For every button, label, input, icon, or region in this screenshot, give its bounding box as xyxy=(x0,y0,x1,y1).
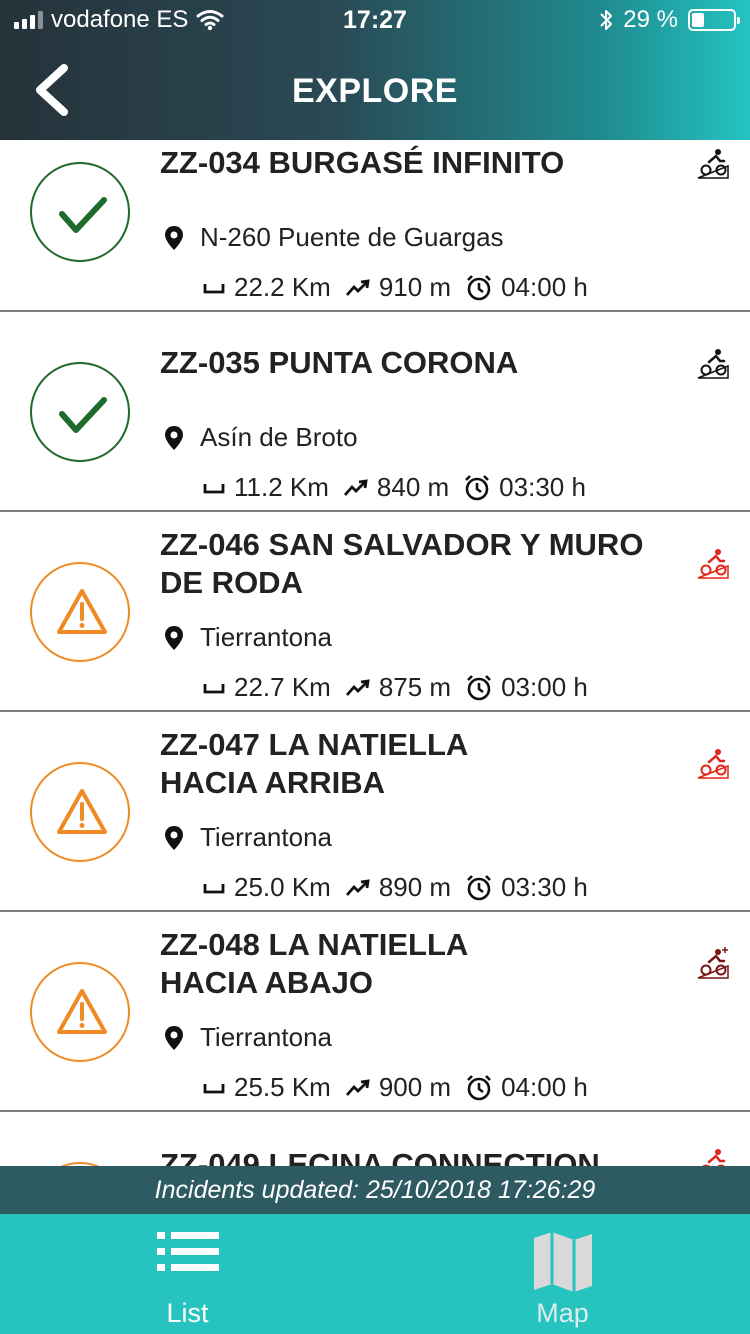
elevation-value: 900 m xyxy=(378,1072,452,1102)
status-warning-badge xyxy=(30,962,130,1062)
route-item[interactable]: ZZ-034 BURGASÉ INFINITO N-260 Puente de … xyxy=(0,140,750,312)
battery-percent: 29 % xyxy=(623,6,678,33)
elevation-icon xyxy=(343,478,368,496)
bluetooth-icon xyxy=(600,10,613,30)
location-text: Tierrantona xyxy=(200,822,332,852)
location-text: Asín de Broto xyxy=(200,422,358,452)
distance-icon xyxy=(203,1083,225,1093)
warning-icon xyxy=(57,989,107,1034)
duration-value: 03:30 h xyxy=(499,472,586,502)
elevation-value: 875 m xyxy=(378,672,452,702)
elevation-icon xyxy=(345,278,370,296)
distance-icon xyxy=(203,483,225,493)
duration-value: 03:00 h xyxy=(501,672,588,702)
location-pin-icon xyxy=(165,225,183,250)
status-ok-badge xyxy=(30,162,130,262)
tab-bar: List Map xyxy=(0,1214,750,1334)
route-stats: 25.0 Km 890 m 03:30 h xyxy=(202,872,602,903)
distance-value: 22.2 Km xyxy=(234,272,331,302)
status-bar: vodafone ES 17:27 29 % xyxy=(0,0,750,44)
route-location: Asín de Broto xyxy=(162,422,358,453)
distance-value: 25.5 Km xyxy=(234,1072,331,1102)
tab-list-label: List xyxy=(166,1298,209,1328)
location-pin-icon xyxy=(165,425,183,450)
route-title: ZZ-047 LA NATIELLA HACIA ARRIBA xyxy=(160,727,468,800)
route-title: ZZ-049 LECINA CONNECTION xyxy=(160,1147,600,1166)
location-pin-icon xyxy=(165,1025,183,1050)
route-location: Tierrantona xyxy=(162,822,332,853)
route-location: N-260 Puente de Guargas xyxy=(162,222,504,253)
location-pin-icon xyxy=(165,825,183,850)
incidents-updated-bar: Incidents updated: 25/10/2018 17:26:29 xyxy=(0,1166,750,1214)
elevation-value: 890 m xyxy=(378,872,452,902)
tab-map-label: Map xyxy=(536,1298,589,1328)
clock-icon xyxy=(467,1074,492,1100)
distance-value: 22.7 Km xyxy=(234,672,331,702)
list-icon xyxy=(156,1232,219,1271)
mountain-bike-icon xyxy=(697,549,729,579)
route-location: Tierrantona xyxy=(162,1022,332,1053)
distance-value: 11.2 Km xyxy=(234,472,329,502)
clock-icon xyxy=(467,274,492,300)
duration-value: 04:00 h xyxy=(501,1072,588,1102)
check-icon xyxy=(59,197,107,233)
elevation-icon xyxy=(345,878,370,896)
map-icon xyxy=(533,1232,592,1292)
route-item[interactable]: ZZ-035 PUNTA CORONA Asín de Broto 11.2 K… xyxy=(0,312,750,512)
distance-icon xyxy=(203,883,225,893)
elevation-icon xyxy=(345,1078,370,1096)
mountain-bike-icon xyxy=(697,349,729,379)
location-text: Tierrantona xyxy=(200,622,332,652)
mountain-bike-icon xyxy=(697,149,729,179)
app-header: vodafone ES 17:27 29 % EXPLORE xyxy=(0,0,750,140)
clock-icon xyxy=(467,674,492,700)
route-item[interactable]: ZZ-047 LA NATIELLA HACIA ARRIBA Tierrant… xyxy=(0,712,750,912)
distance-value: 25.0 Km xyxy=(234,872,331,902)
page-title: EXPLORE xyxy=(292,72,458,110)
location-text: Tierrantona xyxy=(200,1022,332,1052)
elevation-value: 840 m xyxy=(376,472,450,502)
route-item[interactable]: ZZ-049 LECINA CONNECTION xyxy=(0,1112,750,1166)
route-stats: 11.2 Km 840 m 03:30 h xyxy=(202,472,600,503)
route-title: ZZ-046 SAN SALVADOR Y MURO DE RODA xyxy=(160,527,644,600)
route-stats: 25.5 Km 900 m 04:00 h xyxy=(202,1072,602,1103)
route-stats: 22.7 Km 875 m 03:00 h xyxy=(202,672,602,703)
mountain-bike-icon xyxy=(697,947,729,979)
duration-value: 04:00 h xyxy=(501,272,588,302)
route-title: ZZ-048 LA NATIELLA HACIA ABAJO xyxy=(160,927,468,1000)
warning-icon xyxy=(57,589,107,634)
nav-bar: EXPLORE xyxy=(0,44,750,140)
location-text: N-260 Puente de Guargas xyxy=(200,222,504,252)
tab-map[interactable]: Map xyxy=(375,1214,750,1334)
route-item[interactable]: ZZ-048 LA NATIELLA HACIA ABAJO Tierranto… xyxy=(0,912,750,1112)
distance-icon xyxy=(203,683,225,693)
tab-list[interactable]: List xyxy=(0,1214,375,1334)
clock-icon xyxy=(467,874,492,900)
status-warning-badge xyxy=(30,562,130,662)
route-title: ZZ-035 PUNTA CORONA xyxy=(160,345,519,380)
route-location: Tierrantona xyxy=(162,622,332,653)
location-pin-icon xyxy=(165,625,183,650)
elevation-icon xyxy=(345,678,370,696)
elevation-value: 910 m xyxy=(378,272,452,302)
status-ok-badge xyxy=(30,362,130,462)
mountain-bike-icon xyxy=(702,1149,726,1166)
route-item[interactable]: ZZ-046 SAN SALVADOR Y MURO DE RODA Tierr… xyxy=(0,512,750,712)
route-list[interactable]: ZZ-034 BURGASÉ INFINITO N-260 Puente de … xyxy=(0,140,750,1166)
battery-icon xyxy=(688,9,740,31)
warning-icon xyxy=(57,789,107,834)
status-right: 29 % xyxy=(599,6,740,34)
distance-icon xyxy=(203,283,225,293)
clock-icon xyxy=(465,474,490,500)
status-warning-badge xyxy=(30,762,130,862)
route-stats: 22.2 Km 910 m 04:00 h xyxy=(202,272,602,303)
mountain-bike-icon xyxy=(697,749,729,779)
check-icon xyxy=(59,397,107,433)
route-title: ZZ-034 BURGASÉ INFINITO xyxy=(160,145,565,180)
duration-value: 03:30 h xyxy=(501,872,588,902)
